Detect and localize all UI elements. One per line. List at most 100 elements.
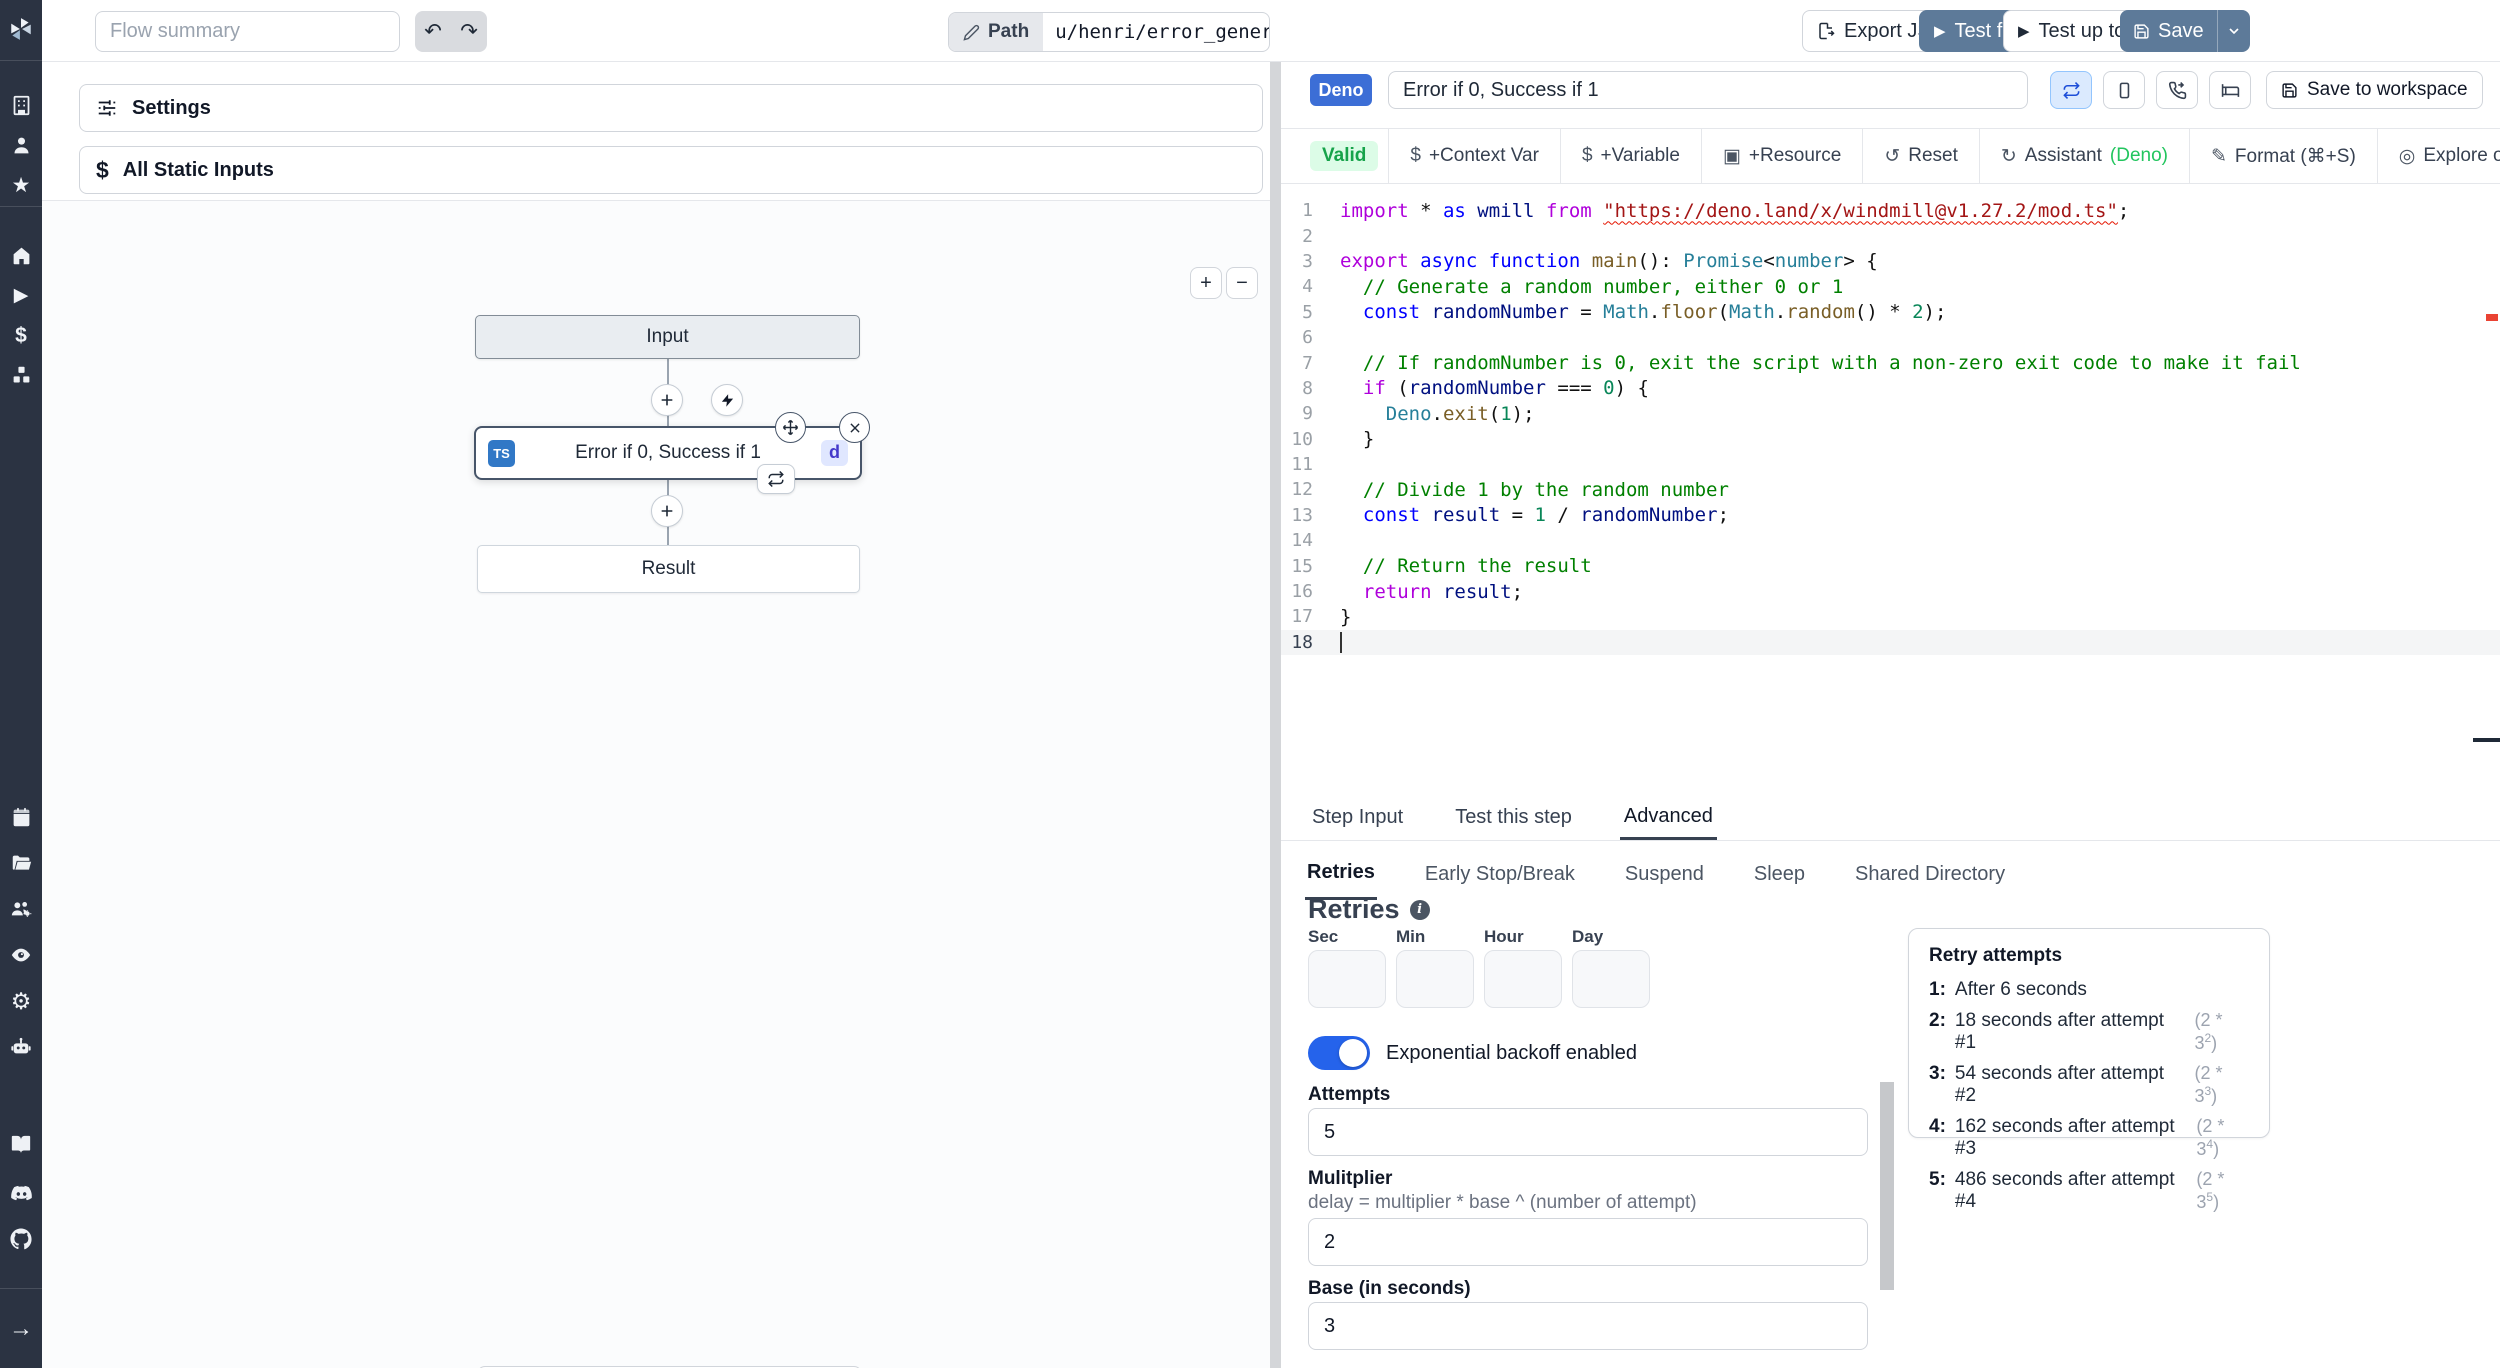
code-line: 15 // Return the result	[1281, 553, 2500, 578]
toolbar--variable[interactable]: $ +Variable	[1559, 129, 1701, 183]
overview-cursor-mark	[2473, 738, 2500, 742]
subtab-retries[interactable]: Retries	[1305, 848, 1377, 900]
toolbar--context-var[interactable]: $ +Context Var	[1388, 129, 1560, 183]
rail-divider	[0, 1288, 42, 1289]
docs-book-icon[interactable]	[0, 1128, 42, 1162]
code-line: 14	[1281, 528, 2500, 553]
settings-gear-icon[interactable]: ⚙	[0, 984, 42, 1018]
save-icon	[2282, 82, 2297, 98]
star-icon[interactable]: ★	[0, 168, 42, 202]
retry-sec-input[interactable]	[1308, 950, 1386, 1008]
zoom-out-button[interactable]: −	[1226, 267, 1258, 299]
move-node-icon[interactable]	[775, 412, 806, 443]
multiplier-input[interactable]	[1308, 1218, 1868, 1266]
resources-boxes-icon[interactable]	[0, 358, 42, 392]
github-icon[interactable]	[0, 1222, 42, 1256]
retry-hour-input[interactable]	[1484, 950, 1562, 1008]
toolbar--resource[interactable]: ▣ +Resource	[1700, 129, 1862, 183]
toolbar-assistant[interactable]: ↻ Assistant (Deno)	[1978, 129, 2189, 183]
all-static-inputs-row[interactable]: $ All Static Inputs	[79, 146, 1263, 194]
save-split-button: Save	[2120, 10, 2250, 52]
retry-indicator-icon[interactable]	[757, 464, 795, 494]
delete-node-icon[interactable]	[839, 412, 870, 443]
subtab-shared-directory[interactable]: Shared Directory	[1853, 848, 2007, 900]
editor-toolbar: Valid $ +Context Var $ +Variable ▣ +Resource ↺…	[1281, 128, 2500, 184]
step-name-input[interactable]	[1388, 71, 2028, 109]
toolbar-format-s-[interactable]: ✎ Format (⌘+S)	[2188, 129, 2377, 183]
toolbar-reset[interactable]: ↺ Reset	[1862, 129, 1979, 183]
attempts-input[interactable]	[1308, 1108, 1868, 1156]
line-number: 17	[1291, 606, 1313, 628]
windmill-logo-icon[interactable]	[0, 12, 42, 46]
result-node-label: Result	[641, 558, 696, 579]
plus-icon	[661, 505, 673, 517]
expand-arrow-right-icon[interactable]: →	[0, 1312, 42, 1346]
groups-users-gear-icon[interactable]	[0, 892, 42, 926]
toolbar-item-icon: $	[1410, 145, 1421, 166]
base-input[interactable]	[1308, 1302, 1868, 1350]
panel-resize-handle[interactable]	[1270, 62, 1281, 1368]
insert-step-button[interactable]	[651, 384, 683, 416]
user-icon[interactable]	[0, 128, 42, 162]
save-to-workspace-button[interactable]: Save to workspace	[2266, 71, 2483, 109]
tab-test-this-step[interactable]: Test this step	[1451, 795, 1576, 840]
input-node[interactable]: Input	[475, 315, 860, 359]
line-number: 6	[1302, 327, 1313, 349]
info-icon[interactable]: i	[1409, 899, 1430, 920]
rail-divider	[0, 60, 42, 61]
subtab-suspend[interactable]: Suspend	[1623, 848, 1706, 900]
variables-dollar-icon[interactable]: $	[0, 318, 42, 352]
runs-play-icon[interactable]: ▶	[0, 278, 42, 312]
stop-rectangle-icon	[2119, 82, 2129, 98]
line-number: 2	[1302, 225, 1313, 247]
path-label: Path	[988, 21, 1030, 42]
code-line: 12 // Divide 1 by the random number	[1281, 477, 2500, 502]
subtab-early-stop-break[interactable]: Early Stop/Break	[1423, 848, 1577, 900]
tab-step-input[interactable]: Step Input	[1308, 795, 1407, 840]
save-button[interactable]: Save	[2120, 10, 2217, 52]
retry-min-input[interactable]	[1396, 950, 1474, 1008]
step-tabs: Step Input Test this step Advanced	[1281, 795, 2500, 841]
flow-summary-input[interactable]	[95, 11, 400, 52]
retry-constant-inputs: Sec Min Hour Day	[1308, 930, 1650, 1008]
toolbar-explore-other-s[interactable]: ◎Explore other s	[2376, 129, 2500, 183]
discord-icon[interactable]	[0, 1176, 42, 1210]
backoff-row: Exponential backoff enabled	[1308, 1036, 1637, 1070]
schedules-calendar-icon[interactable]	[0, 800, 42, 834]
time-unit-label: Day	[1572, 930, 1604, 946]
top-bar: ↶ ↷ Path u/henri/error_generator Export …	[42, 0, 2500, 62]
retry-attempts-title: Retry attempts	[1929, 945, 2063, 966]
step-node-title: Error if 0, Success if 1	[575, 442, 761, 463]
trigger-bolt-button[interactable]	[711, 384, 743, 416]
zoom-in-button[interactable]: +	[1190, 267, 1222, 299]
retry-attempts-panel: Retry attempts 1: After 6 seconds 2: 18 sec…	[1908, 928, 2270, 1212]
home-icon[interactable]	[0, 238, 42, 272]
retries-heading: Retries i	[1308, 894, 1430, 925]
code-editor[interactable]: 1 import * as wmill from "https://deno.la…	[1281, 184, 2500, 795]
retry-settings-icon-button[interactable]	[2050, 71, 2092, 109]
workspace-building-icon[interactable]	[0, 88, 42, 122]
save-dropdown-chevron-icon[interactable]	[2216, 10, 2250, 52]
insert-step-button[interactable]	[651, 495, 683, 527]
code-line: 5 const randomNumber = Math.floor(Math.r…	[1281, 300, 2500, 325]
exponential-backoff-toggle[interactable]	[1308, 1036, 1370, 1070]
early-stop-icon-button[interactable]	[2103, 71, 2145, 109]
subtab-sleep[interactable]: Sleep	[1752, 848, 1807, 900]
suspend-icon-button[interactable]	[2156, 71, 2198, 109]
audit-eye-icon[interactable]	[0, 938, 42, 972]
path-control[interactable]: Path u/henri/error_generator	[948, 12, 1270, 52]
redo-icon[interactable]: ↷	[456, 21, 482, 42]
sleep-icon-button[interactable]	[2209, 71, 2251, 109]
retry-day-input[interactable]	[1572, 950, 1650, 1008]
step-editor-panel: Deno Save to workspace Valid $+Context V…	[1281, 62, 2500, 1368]
workers-robot-icon[interactable]	[0, 1030, 42, 1064]
flow-settings-row[interactable]: Settings	[79, 84, 1263, 132]
result-node[interactable]: Result	[477, 545, 860, 593]
scrollbar-thumb[interactable]	[1880, 1082, 1894, 1290]
tab-advanced[interactable]: Advanced	[1619, 795, 1717, 840]
retry-attempt-item: 3: 54 seconds after attempt #2 (2 * 33)	[1929, 1063, 2223, 1106]
folders-icon[interactable]	[0, 846, 42, 880]
undo-icon[interactable]: ↶	[420, 21, 446, 42]
line-number: 8	[1302, 377, 1313, 399]
flow-graph-canvas[interactable]: + − Input TS Error if 0, Success if 1 d	[42, 200, 1270, 1368]
